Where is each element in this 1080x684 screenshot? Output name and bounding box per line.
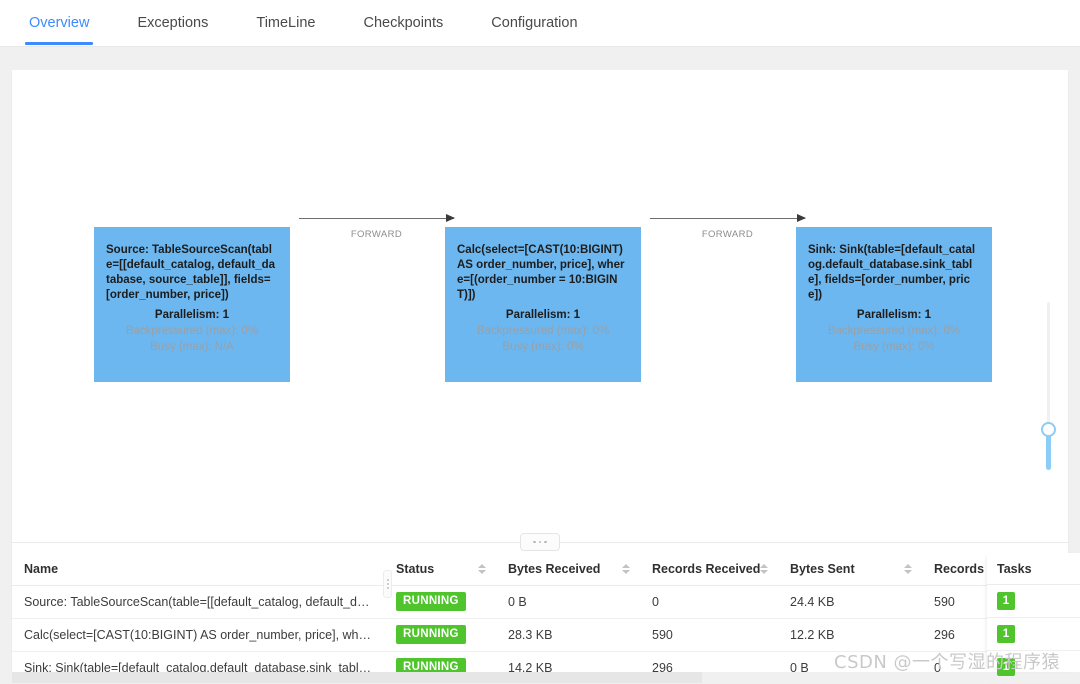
column-header-records-received-label: Records Received bbox=[652, 561, 761, 576]
cell-status: RUNNING bbox=[384, 651, 496, 672]
tab-timeline[interactable]: TimeLine bbox=[254, 2, 317, 45]
sort-icon[interactable] bbox=[904, 563, 912, 574]
graph-node-sink[interactable]: Sink: Sink(table=[default_catalog.defaul… bbox=[796, 227, 992, 382]
dot-icon bbox=[538, 540, 542, 544]
tasks-cell-row: 1 bbox=[987, 651, 1080, 684]
cell-bytes-received: 28.3 KB bbox=[496, 618, 640, 652]
cell-bytes-sent: 24.4 KB bbox=[778, 585, 922, 619]
graph-node-source-busy: Busy (max): N/A bbox=[150, 341, 234, 353]
zoom-slider-knob[interactable] bbox=[1041, 422, 1056, 437]
cell-bytes-sent: 12.2 KB bbox=[778, 618, 922, 652]
arrow-head-icon bbox=[446, 214, 455, 222]
pinned-tasks-column: Tasks 1 1 1 bbox=[987, 553, 1080, 684]
cell-records-received: 296 bbox=[640, 651, 778, 672]
graph-node-calc-title: Calc(select=[CAST(10:BIGINT) AS order_nu… bbox=[457, 244, 625, 301]
graph-node-calc[interactable]: Calc(select=[CAST(10:BIGINT) AS order_nu… bbox=[445, 227, 641, 382]
tab-overview[interactable]: Overview bbox=[24, 2, 94, 45]
sort-icon[interactable] bbox=[622, 563, 630, 574]
dot-icon bbox=[544, 540, 547, 544]
graph-node-sink-title: Sink: Sink(table=[default_catalog.defaul… bbox=[808, 244, 976, 301]
job-graph-canvas[interactable]: Source: TableSourceScan(table=[[default_… bbox=[12, 70, 1068, 530]
graph-node-calc-backpressure: Backpressured (max): 0% bbox=[476, 325, 610, 337]
graph-node-sink-parallelism: Parallelism: 1 bbox=[856, 309, 932, 321]
column-header-bytes-sent-label: Bytes Sent bbox=[790, 561, 855, 576]
status-badge: RUNNING bbox=[396, 658, 466, 672]
splitter-drag-handle[interactable] bbox=[520, 533, 560, 551]
panel-splitter[interactable] bbox=[12, 531, 1068, 553]
cell-bytes-sent: 0 B bbox=[778, 651, 922, 672]
status-badge: RUNNING bbox=[396, 625, 466, 644]
column-header-tasks-label: Tasks bbox=[997, 561, 1032, 576]
dot-icon bbox=[386, 587, 389, 589]
tab-bar: Overview Exceptions TimeLine Checkpoints… bbox=[0, 0, 1080, 47]
table-row[interactable]: Sink: Sink(table=[default_catalog.defaul… bbox=[12, 651, 1068, 672]
arrow-head-icon bbox=[797, 214, 806, 222]
task-count-badge: 1 bbox=[997, 592, 1015, 610]
column-header-bytes-received-label: Bytes Received bbox=[508, 561, 601, 576]
dot-icon bbox=[533, 540, 536, 544]
status-badge: RUNNING bbox=[396, 592, 466, 611]
cell-status: RUNNING bbox=[384, 585, 496, 619]
graph-node-sink-busy: Busy (max): 0% bbox=[853, 341, 935, 353]
dot-icon bbox=[386, 583, 389, 585]
tasks-cell-row: 1 bbox=[987, 585, 1080, 618]
graph-node-calc-parallelism: Parallelism: 1 bbox=[505, 309, 581, 321]
column-header-name[interactable]: Name bbox=[12, 553, 384, 586]
graph-edge-label: FORWARD bbox=[701, 229, 754, 240]
job-overview-card: Source: TableSourceScan(table=[[default_… bbox=[12, 70, 1080, 684]
cell-records-received: 590 bbox=[640, 618, 778, 652]
tab-timeline-label: TimeLine bbox=[256, 14, 316, 31]
column-header-status[interactable]: Status bbox=[384, 553, 496, 586]
cell-records-received: 0 bbox=[640, 585, 778, 619]
dot-icon bbox=[386, 579, 389, 581]
tab-configuration[interactable]: Configuration bbox=[489, 2, 579, 45]
column-header-name-label: Name bbox=[24, 561, 59, 576]
vertices-table-scroll[interactable]: Name Status Bytes Received Records Recei… bbox=[12, 553, 1068, 672]
tab-checkpoints-label: Checkpoints bbox=[363, 14, 444, 31]
tab-exceptions[interactable]: Exceptions bbox=[135, 2, 210, 45]
graph-node-source-parallelism: Parallelism: 1 bbox=[154, 309, 230, 321]
graph-node-source-title: Source: TableSourceScan(table=[[default_… bbox=[106, 244, 276, 301]
horizontal-scrollbar[interactable] bbox=[12, 672, 1068, 683]
column-header-tasks[interactable]: Tasks bbox=[987, 553, 1080, 585]
graph-node-source-backpressure: Backpressured (max): 0% bbox=[125, 325, 259, 337]
tab-overview-label: Overview bbox=[29, 14, 90, 31]
tab-exceptions-label: Exceptions bbox=[137, 14, 209, 31]
cell-bytes-received: 0 B bbox=[496, 585, 640, 619]
horizontal-scrollbar-thumb[interactable] bbox=[12, 672, 702, 683]
tab-checkpoints[interactable]: Checkpoints bbox=[361, 2, 445, 45]
column-header-status-label: Status bbox=[396, 561, 435, 576]
column-resize-handle[interactable] bbox=[383, 570, 392, 598]
cell-name[interactable]: Source: TableSourceScan(table=[[default_… bbox=[12, 585, 384, 619]
task-count-badge: 1 bbox=[997, 658, 1015, 676]
sort-icon[interactable] bbox=[760, 563, 768, 574]
graph-node-sink-backpressure: Backpressured (max): 0% bbox=[827, 325, 961, 337]
graph-edge-line bbox=[299, 218, 454, 219]
tab-configuration-label: Configuration bbox=[491, 14, 578, 31]
vertices-table: Name Status Bytes Received Records Recei… bbox=[12, 553, 1068, 672]
graph-node-source[interactable]: Source: TableSourceScan(table=[[default_… bbox=[94, 227, 290, 382]
zoom-slider-track bbox=[1047, 302, 1050, 442]
column-header-bytes-sent[interactable]: Bytes Sent bbox=[778, 553, 922, 586]
sort-icon[interactable] bbox=[478, 563, 486, 574]
cell-status: RUNNING bbox=[384, 618, 496, 652]
graph-node-calc-busy: Busy (max): 0% bbox=[502, 341, 584, 353]
tasks-cell-row: 1 bbox=[987, 618, 1080, 651]
cell-name[interactable]: Calc(select=[CAST(10:BIGINT) AS order_nu… bbox=[12, 618, 384, 652]
column-header-bytes-received[interactable]: Bytes Received bbox=[496, 553, 640, 586]
task-count-badge: 1 bbox=[997, 625, 1015, 643]
graph-edge-line bbox=[650, 218, 805, 219]
zoom-slider[interactable] bbox=[1040, 302, 1056, 472]
table-row[interactable]: Calc(select=[CAST(10:BIGINT) AS order_nu… bbox=[12, 618, 1068, 652]
cell-bytes-received: 14.2 KB bbox=[496, 651, 640, 672]
table-header-row: Name Status Bytes Received Records Recei… bbox=[12, 553, 1068, 586]
graph-edge-label: FORWARD bbox=[350, 229, 403, 240]
column-header-records-received[interactable]: Records Received bbox=[640, 553, 778, 586]
table-row[interactable]: Source: TableSourceScan(table=[[default_… bbox=[12, 585, 1068, 619]
cell-name[interactable]: Sink: Sink(table=[default_catalog.defaul… bbox=[12, 651, 384, 672]
